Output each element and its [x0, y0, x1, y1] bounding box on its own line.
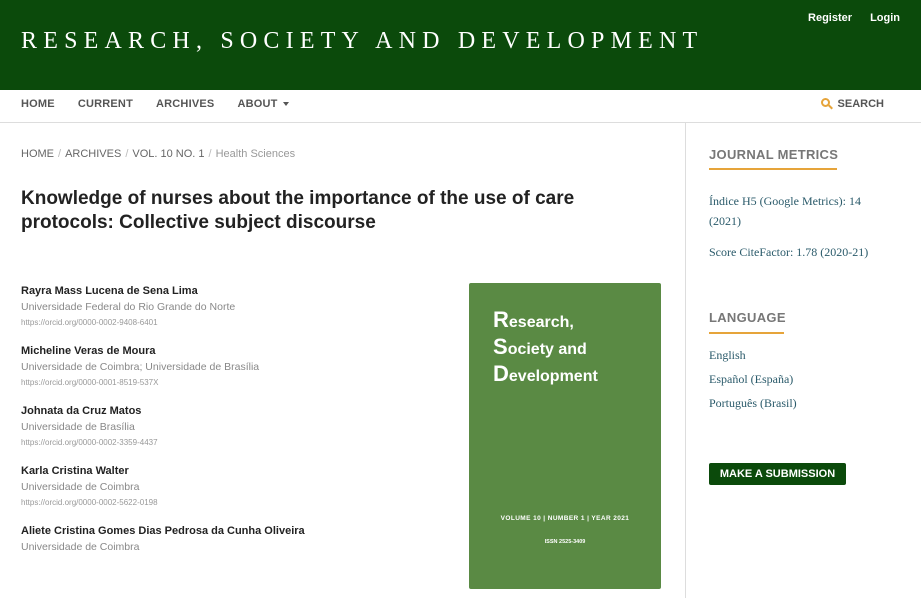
heading-underline [709, 168, 837, 170]
journal-metrics-heading: JOURNAL METRICS [709, 147, 839, 162]
metric-citefactor-link[interactable]: Score CiteFactor: 1.78 (2020-21) [709, 242, 868, 262]
article-title: Knowledge of nurses about the importance… [21, 188, 575, 233]
breadcrumb-archives[interactable]: ARCHIVES [65, 148, 121, 160]
breadcrumb-separator: / [125, 148, 129, 160]
author-name: Johnata da Cruz Matos [21, 405, 142, 417]
author-affiliation: Universidade de Coimbra [21, 541, 140, 553]
author-item: Johnata da Cruz Matos Universidade de Br… [21, 404, 321, 451]
caret-down-icon [282, 102, 289, 107]
author-orcid-link[interactable]: https://orcid.org/0000-0002-9408-6401 [21, 315, 321, 331]
issue-cover-image[interactable]: Research, Society and Development VOLUME… [469, 283, 661, 589]
sidebar-divider [685, 123, 686, 598]
cover-title-line: Society and [493, 334, 587, 359]
author-list: Rayra Mass Lucena de Sena Lima Universid… [21, 284, 321, 568]
breadcrumb-section: Health Sciences [215, 148, 296, 160]
author-item: Rayra Mass Lucena de Sena Lima Universid… [21, 284, 321, 331]
search-label: SEARCH [837, 98, 884, 110]
main-nav: HOME CURRENT ARCHIVES ABOUT SEARCH [0, 90, 921, 123]
author-orcid-link[interactable]: https://orcid.org/0000-0002-5622-0198 [21, 495, 321, 511]
search-icon [820, 98, 833, 110]
language-heading: LANGUAGE [709, 310, 786, 325]
make-submission-button[interactable]: MAKE A SUBMISSION [709, 463, 846, 485]
metric-h5-year[interactable]: (2021) [709, 211, 741, 231]
heading-underline [709, 332, 784, 334]
nav-home[interactable]: HOME [21, 98, 55, 110]
search-link[interactable]: SEARCH [820, 98, 884, 110]
breadcrumb-issue[interactable]: VOL. 10 NO. 1 [132, 148, 204, 160]
author-name: Micheline Veras de Moura [21, 345, 156, 357]
author-affiliation: Universidade de Brasília [21, 421, 135, 433]
author-affiliation: Universidade Federal do Rio Grande do No… [21, 301, 236, 313]
nav-about-label: ABOUT [237, 98, 278, 110]
author-item: Aliete Cristina Gomes Dias Pedrosa da Cu… [21, 524, 321, 555]
register-link[interactable]: Register [808, 12, 852, 24]
site-header: RESEARCH, SOCIETY AND DEVELOPMENT Regist… [0, 0, 921, 90]
metric-h5-link[interactable]: Índice H5 (Google Metrics): 14 [709, 191, 861, 211]
author-name: Karla Cristina Walter [21, 465, 129, 477]
cover-title-line: Research, [493, 307, 574, 332]
cover-volume-info: VOLUME 10 | NUMBER 1 | YEAR 2021 [500, 515, 630, 522]
nav-current[interactable]: CURRENT [78, 98, 133, 110]
author-orcid-link[interactable]: https://orcid.org/0000-0001-8519-537X [21, 375, 321, 391]
breadcrumb-separator: / [58, 148, 62, 160]
cover-title-line: Development [493, 361, 598, 386]
breadcrumb-home[interactable]: HOME [21, 148, 54, 160]
nav-archives[interactable]: ARCHIVES [156, 98, 214, 110]
language-espanol[interactable]: Español (España) [709, 369, 793, 389]
language-portugues[interactable]: Português (Brasil) [709, 393, 797, 413]
author-affiliation: Universidade de Coimbra [21, 481, 140, 493]
author-item: Karla Cristina Walter Universidade de Co… [21, 464, 321, 511]
nav-about[interactable]: ABOUT [237, 98, 289, 110]
breadcrumb: HOME / ARCHIVES / VOL. 10 NO. 1/Health Scien… [21, 148, 295, 160]
author-affiliation: Universidade de Coimbra; Universidade de… [21, 361, 260, 373]
login-link[interactable]: Login [870, 12, 900, 24]
author-name: Aliete Cristina Gomes Dias Pedrosa da Cu… [21, 525, 305, 537]
author-item: Micheline Veras de Moura Universidade de… [21, 344, 321, 391]
breadcrumb-separator: / [208, 148, 212, 160]
language-english[interactable]: English [709, 345, 746, 365]
user-nav: Register Login [808, 12, 900, 24]
cover-issn: ISSN 2525-3409 [544, 539, 586, 545]
author-orcid-link[interactable]: https://orcid.org/0000-0002-3359-4437 [21, 435, 321, 451]
author-name: Rayra Mass Lucena de Sena Lima [21, 285, 198, 297]
site-title[interactable]: RESEARCH, SOCIETY AND DEVELOPMENT [21, 28, 703, 55]
